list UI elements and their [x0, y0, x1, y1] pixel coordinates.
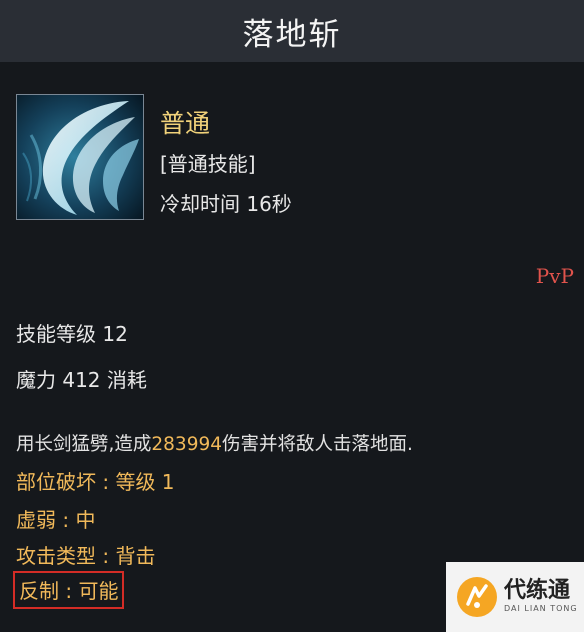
description-suffix: 伤害并将敌人击落地面. — [222, 434, 413, 455]
skill-tooltip: 落地斩 普通 [普通技能] 冷却时间 16秒 PvP 技能等级 12 魔力 41… — [0, 0, 584, 632]
description-prefix: 用长剑猛劈,造成 — [16, 434, 152, 455]
watermark-text: 代练通 DAI LIAN TONG — [504, 579, 578, 615]
watermark-name-en: DAI LIAN TONG — [504, 604, 578, 613]
skill-class-label: [普通技能] — [160, 152, 256, 176]
mana-cost: 魔力 412 消耗 — [16, 368, 147, 392]
pvp-tag: PvP — [535, 264, 574, 288]
counter-attribute: 反制 : 可能 — [13, 571, 125, 609]
part-break-attribute: 部位破坏 : 等级 1 — [16, 470, 175, 494]
tooltip-title-bar: 落地斩 — [0, 0, 584, 62]
cooldown-text: 冷却时间 16秒 — [160, 192, 292, 216]
attack-type-attribute: 攻击类型 : 背击 — [16, 544, 156, 568]
skill-title: 落地斩 — [242, 16, 342, 53]
damage-value: 283994 — [151, 434, 223, 455]
watermark-logo-icon — [457, 577, 497, 617]
skill-icon — [16, 94, 144, 220]
watermark: 代练通 DAI LIAN TONG — [446, 562, 584, 632]
watermark-name-cn: 代练通 — [504, 578, 571, 603]
skill-description: 用长剑猛劈,造成283994伤害并将敌人击落地面. — [16, 430, 413, 456]
weaken-attribute: 虚弱 : 中 — [16, 508, 96, 532]
sword-slash-skill-icon — [17, 95, 143, 219]
skill-category: 普通 — [160, 109, 211, 138]
skill-level: 技能等级 12 — [16, 322, 128, 346]
